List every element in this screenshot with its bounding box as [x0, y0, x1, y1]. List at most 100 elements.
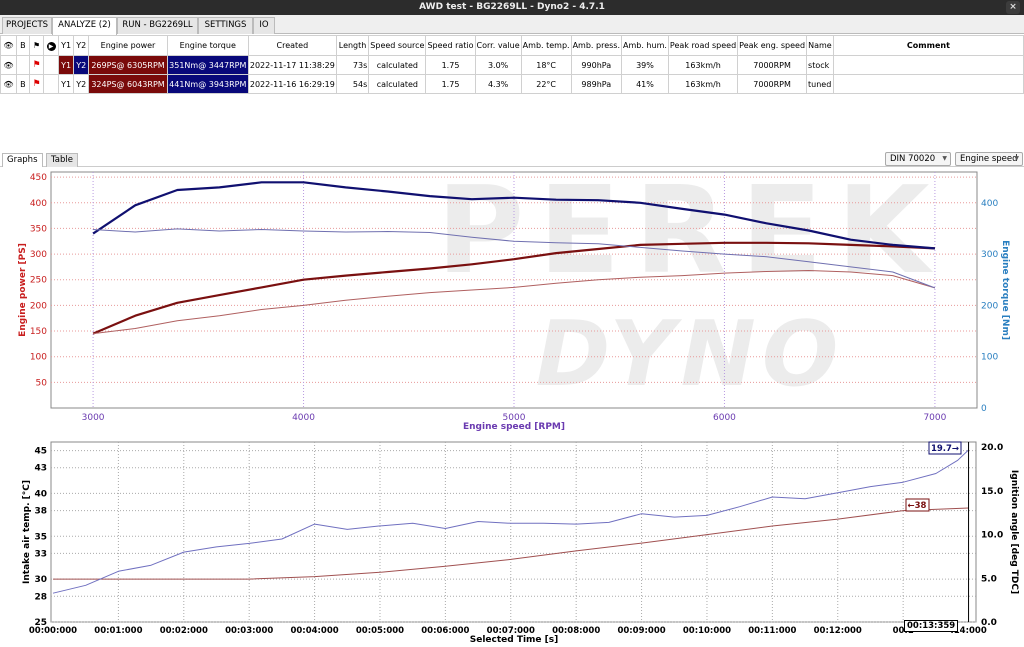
intake-value-label: ←38: [908, 501, 927, 511]
tab-io[interactable]: IO: [253, 17, 275, 34]
baseline-cell[interactable]: B: [15, 74, 30, 94]
y2-ticks: 0.05.010.015.020.0: [981, 443, 1003, 628]
y-tick-label: 35: [34, 532, 47, 542]
x-tick-label: 00:05:000: [356, 626, 404, 636]
amb-press-cell: 990hPa: [570, 55, 623, 75]
peak-eng-speed-cell: 7000RPM: [737, 74, 808, 94]
dyno-chart[interactable]: PEREK DYNO 50 100 150 200 250 300 350 400 450 0 1…: [0, 167, 1024, 435]
corr-value-header[interactable]: Corr. value: [474, 35, 522, 56]
y2-tick-label: 100: [981, 353, 998, 363]
play-icon: ▶: [46, 41, 56, 51]
visibility-toggle[interactable]: 👁: [0, 74, 17, 94]
ignition-value-box: 19.7→: [928, 441, 962, 455]
log-chart[interactable]: 252830333538404345 0.05.010.015.020.0 00…: [0, 437, 1024, 647]
y-tick-label: 30: [34, 575, 47, 585]
corr-value-cell: 3.0%: [474, 55, 522, 75]
baseline-cell[interactable]: [15, 55, 30, 75]
y2-tick-label: 20.0: [981, 443, 1003, 453]
y2-tick-label: 10.0: [981, 531, 1003, 541]
y-axis-label: Intake air temp. [°C]: [22, 480, 32, 584]
tab-settings[interactable]: SETTINGS: [198, 17, 253, 34]
flag-cell[interactable]: ⚑: [28, 55, 45, 75]
y2-cell[interactable]: Y2: [73, 74, 90, 94]
tab-projects[interactable]: PROJECTS: [2, 17, 52, 34]
y-tick-label: 250: [30, 276, 47, 286]
speed-source-header[interactable]: Speed source: [368, 35, 427, 56]
comment-header[interactable]: Comment: [832, 35, 1024, 56]
runs-table: 👁 B ⚑ ▶ Y1 Y2 Engine power Engine torque…: [0, 35, 1024, 94]
x-tick-label: 00:11:000: [748, 626, 796, 636]
y2-tick-label: 200: [981, 301, 998, 311]
amb-hum-cell: 41%: [621, 74, 669, 94]
x-tick-label: 00:04:000: [290, 626, 338, 636]
cursor-time-label: 00:13:359: [904, 620, 959, 632]
y2-cell[interactable]: Y2: [73, 55, 90, 75]
x-tick-label: 00:10:000: [683, 626, 731, 636]
y-tick-label: 45: [34, 447, 47, 457]
standard-select[interactable]: DIN 70020 ▼: [885, 152, 951, 166]
visibility-toggle[interactable]: 👁: [0, 55, 17, 75]
name-cell[interactable]: tuned: [806, 74, 834, 94]
x-axis-label: Engine speed [RPM]: [463, 422, 565, 432]
y2-tick-label: 0: [981, 404, 987, 414]
corr-value-cell: 4.3%: [474, 74, 522, 94]
amb-press-header[interactable]: Amb. press.: [570, 35, 623, 56]
y2-column-header[interactable]: Y2: [73, 35, 90, 56]
flag-cell[interactable]: ⚑: [28, 74, 45, 94]
engine-torque-header[interactable]: Engine torque: [166, 35, 249, 56]
comment-cell[interactable]: [832, 74, 1024, 94]
peak-eng-speed-header[interactable]: Peak eng. speed: [737, 35, 808, 56]
x-axis-select-value: Engine speed: [960, 154, 1018, 164]
speed-ratio-cell: 1.75: [425, 55, 476, 75]
table-row[interactable]: 👁 B ⚑ Y1 Y2 324PS@ 6043RPM 441Nm@ 3943RP…: [0, 74, 1024, 94]
x-axis-select[interactable]: Engine speed ▼: [955, 152, 1023, 166]
y-tick-label: 150: [30, 327, 47, 337]
name-cell[interactable]: stock: [806, 55, 834, 75]
y-tick-label: 28: [34, 592, 47, 602]
play-cell[interactable]: [43, 55, 59, 75]
flag-column-header[interactable]: ⚑: [28, 35, 45, 56]
x-tick-label: 3000: [82, 413, 105, 423]
speed-ratio-header[interactable]: Speed ratio: [425, 35, 476, 56]
baseline-column-header[interactable]: B: [15, 35, 30, 56]
created-cell: 2022-11-17 11:38:29: [247, 55, 337, 75]
watermark-top: PEREK: [436, 167, 943, 301]
x-tick-label: 4000: [292, 413, 315, 423]
x-tick-label: 00:09:000: [617, 626, 665, 636]
engine-torque-cell: 441Nm@ 3943RPM: [166, 74, 249, 94]
amb-hum-header[interactable]: Amb. hum.: [621, 35, 669, 56]
y2-tick-label: 15.0: [981, 487, 1003, 497]
length-cell: 73s: [335, 55, 370, 75]
graph-tab-bar: Graphs Table: [0, 152, 1024, 167]
ignition-value-label: 19.7→: [931, 444, 959, 454]
tab-graphs[interactable]: Graphs: [2, 153, 43, 167]
y1-cell[interactable]: Y1: [57, 74, 75, 94]
flag-icon: ⚑: [33, 41, 41, 50]
created-header[interactable]: Created: [247, 35, 337, 56]
tab-analyze[interactable]: ANALYZE (2): [52, 17, 117, 35]
close-icon[interactable]: ×: [1006, 1, 1020, 14]
grid: [51, 442, 976, 623]
speed-source-cell: calculated: [368, 55, 427, 75]
y-tick-label: 50: [36, 378, 48, 388]
y1-column-header[interactable]: Y1: [57, 35, 75, 56]
table-row[interactable]: 👁 ⚑ Y1 Y2 269PS@ 6305RPM 351Nm@ 3447RPM …: [0, 55, 1024, 75]
comment-cell[interactable]: [832, 55, 1024, 75]
tab-table[interactable]: Table: [46, 153, 78, 167]
y1-cell[interactable]: Y1: [57, 55, 75, 75]
speed-source-cell: calculated: [368, 74, 427, 94]
length-header[interactable]: Length: [335, 35, 370, 56]
visibility-column-header[interactable]: 👁: [0, 35, 17, 56]
peak-road-speed-header[interactable]: Peak road speed: [667, 35, 739, 56]
engine-power-cell: 269PS@ 6305RPM: [88, 55, 168, 75]
name-header[interactable]: Name: [806, 35, 834, 56]
engine-torque-cell: 351Nm@ 3447RPM: [166, 55, 249, 75]
x-tick-label: 00:02:000: [160, 626, 208, 636]
engine-power-header[interactable]: Engine power: [88, 35, 168, 56]
play-column-header[interactable]: ▶: [43, 35, 59, 56]
tab-run[interactable]: RUN - BG2269LL: [117, 17, 198, 34]
amb-temp-header[interactable]: Amb. temp.: [520, 35, 572, 56]
chevron-down-icon: ▼: [1014, 155, 1019, 162]
peak-road-speed-cell: 163km/h: [667, 74, 739, 94]
play-cell[interactable]: [43, 74, 59, 94]
